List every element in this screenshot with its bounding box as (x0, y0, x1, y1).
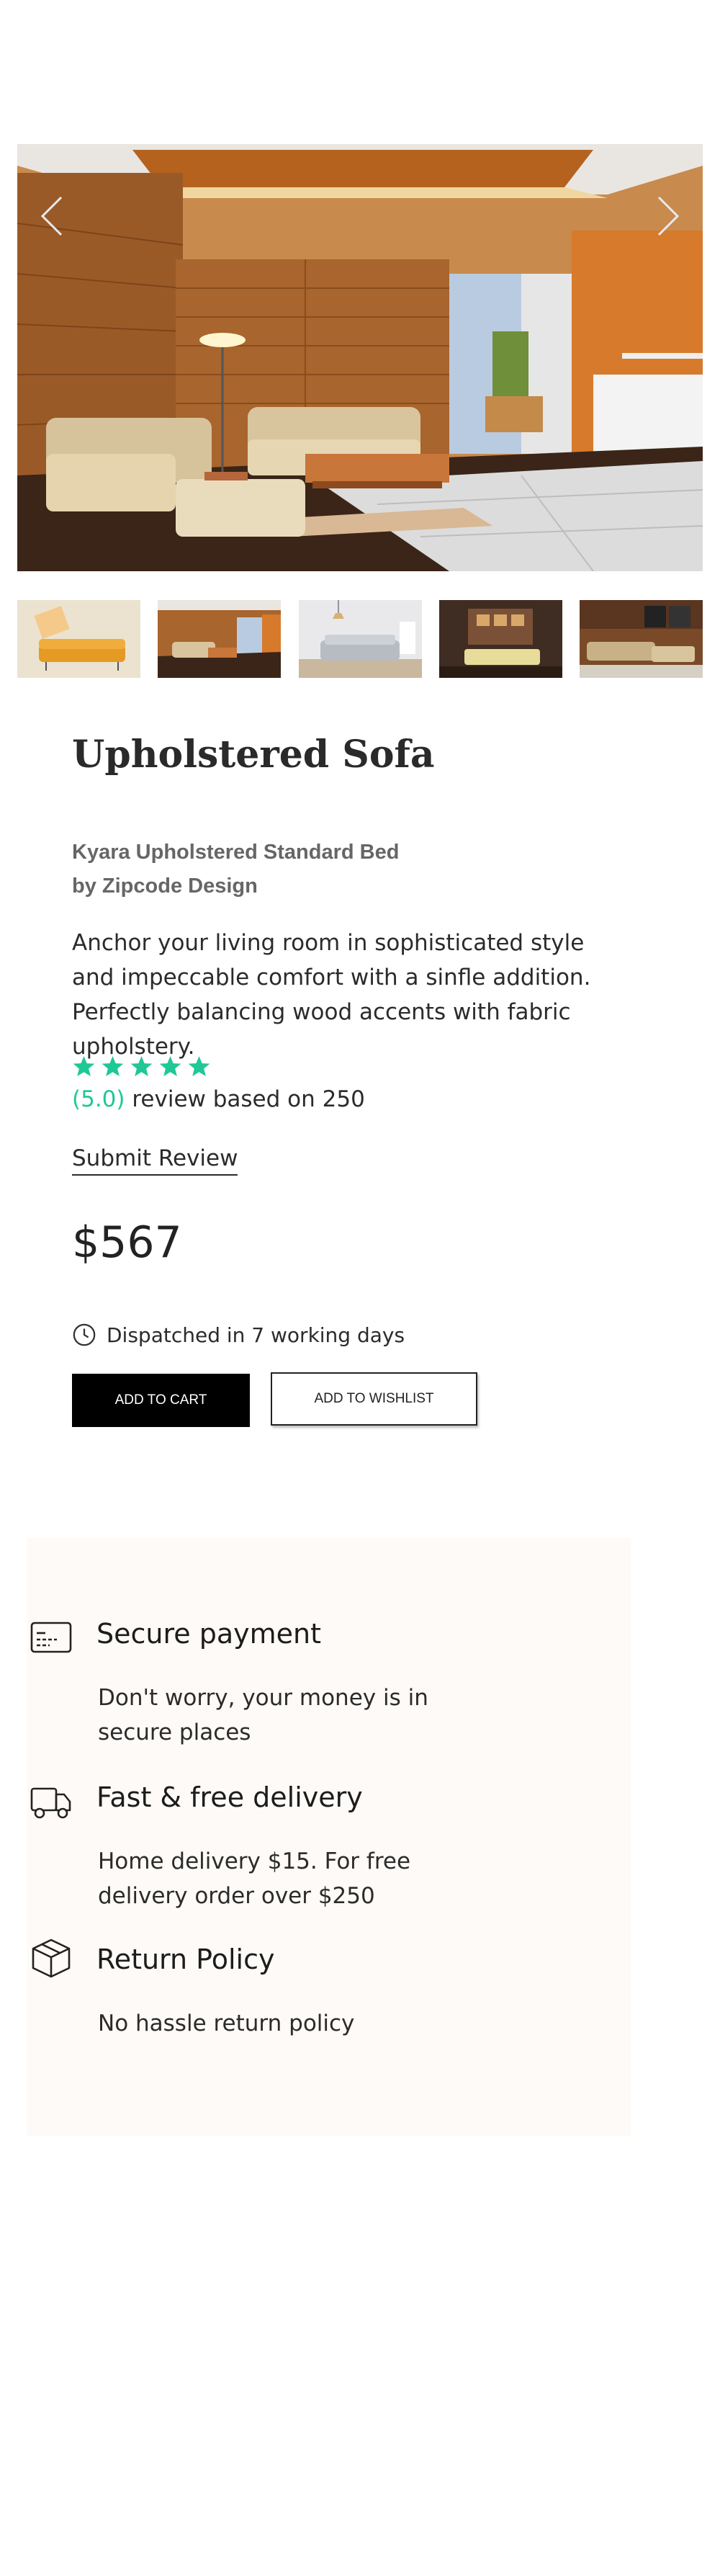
review-count-text: review based on 250 (125, 1086, 365, 1112)
feature-text-line: No hassle return policy (98, 2011, 355, 2036)
features-panel: Secure payment Don't worry, your money i… (27, 1538, 631, 2136)
product-brand: by Zipcode Design (72, 875, 258, 898)
box-icon (32, 1938, 71, 1978)
star-icon (188, 1056, 210, 1076)
dispatch-text: Dispatched in 7 working days (107, 1323, 405, 1347)
credit-card-icon (30, 1622, 72, 1653)
product-description: Anchor your living room in sophisticated… (72, 930, 591, 1060)
star-icon (130, 1056, 153, 1076)
thumbnail-5[interactable] (580, 600, 703, 678)
feature-text-secure-payment: Don't worry, your money is in secure pla… (98, 1681, 429, 1750)
product-title: Upholstered Sofa (72, 733, 435, 777)
thumbnail-1[interactable] (17, 600, 140, 678)
clock-icon (73, 1323, 96, 1346)
feature-title-delivery: Fast & free delivery (96, 1781, 363, 1813)
add-to-wishlist-button[interactable]: ADD TO WISHLIST (271, 1372, 477, 1426)
rating-summary: (5.0) review based on 250 (72, 1086, 365, 1112)
rating-score: (5.0) (72, 1086, 125, 1112)
star-icon (73, 1056, 95, 1076)
truck-icon (30, 1787, 71, 1819)
add-to-cart-button[interactable]: ADD TO CART (72, 1374, 250, 1427)
product-price: $567 (72, 1217, 182, 1268)
feature-text-line: delivery order over $250 (98, 1883, 375, 1909)
thumbnail-2[interactable] (158, 600, 282, 678)
chevron-left-icon (40, 196, 63, 236)
feature-text-return-policy: No hassle return policy (98, 2006, 429, 2041)
feature-title-secure-payment: Secure payment (96, 1618, 321, 1650)
thumbnail-3[interactable] (298, 600, 422, 678)
gallery-prev-button[interactable] (36, 187, 68, 245)
star-icon (159, 1056, 181, 1076)
thumbnail-strip (17, 600, 703, 678)
product-subtitle: Kyara Upholstered Standard Bed by Zipcod… (72, 836, 399, 903)
gallery-next-button[interactable] (652, 187, 684, 245)
feature-text-delivery: Home delivery $15. For free delivery ord… (98, 1844, 429, 1913)
rating-stars (72, 1055, 211, 1078)
product-main-image (17, 144, 703, 571)
feature-text-line: Don't worry, your money is in (98, 1685, 428, 1711)
feature-text-line: Home delivery $15. For free (98, 1848, 411, 1874)
submit-review-link[interactable]: Submit Review (72, 1145, 238, 1176)
dispatch-info: Dispatched in 7 working days (72, 1323, 405, 1347)
star-icon (102, 1056, 124, 1076)
chevron-right-icon (657, 196, 680, 236)
product-variant-name: Kyara Upholstered Standard Bed (72, 841, 400, 864)
thumbnail-4[interactable] (438, 600, 562, 678)
feature-text-line: secure places (98, 1719, 251, 1745)
feature-title-return-policy: Return Policy (96, 1944, 275, 1975)
